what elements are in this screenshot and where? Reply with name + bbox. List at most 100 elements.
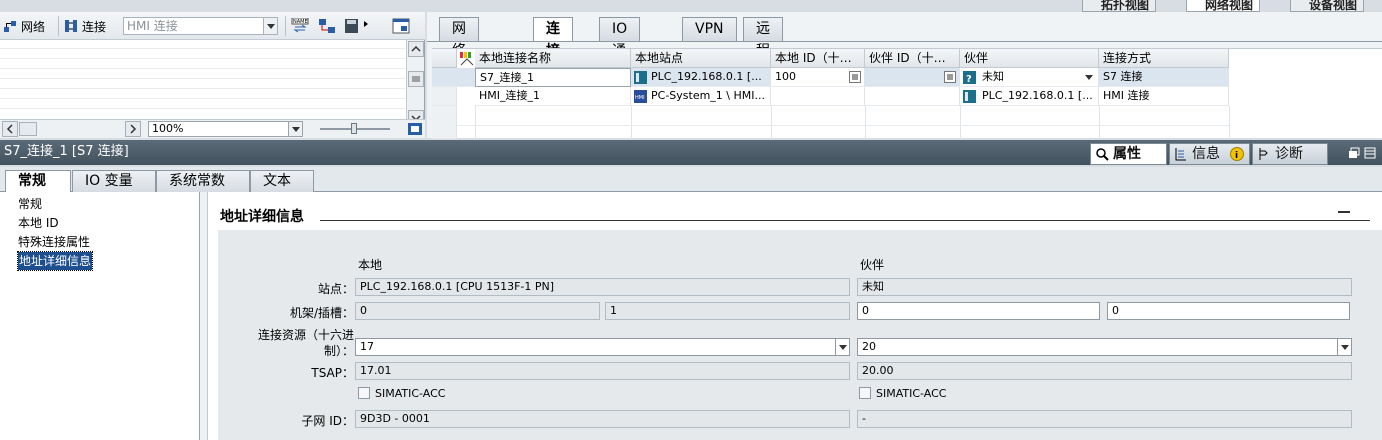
partner-tsap-field: 20.00 [857,362,1352,380]
table-cell-partner-id[interactable] [865,87,960,106]
zoom-slider-thumb[interactable] [351,123,357,134]
table-corner [432,49,457,68]
tab-io-tags[interactable]: IO 变量 [72,170,156,192]
col-header-local-station[interactable]: 本地站点 [631,49,771,68]
hscroll-thumb[interactable] [19,122,37,136]
local-tsap-field: 17.01 [355,362,850,380]
list-icon[interactable] [849,71,861,83]
network-mode-button[interactable]: 网络 [3,17,45,35]
table-cell-local-station[interactable]: PLC_192.168.0.1 [... [631,68,771,87]
svg-text:HMI: HMI [635,95,645,101]
scroll-left-button[interactable] [2,121,18,137]
plc-icon [634,71,647,84]
row-selector[interactable] [432,68,457,87]
nav-item-special-properties[interactable]: 特殊连接属性 [18,233,90,251]
nav-splitter[interactable] [200,192,208,440]
table-cell-connection-type[interactable]: HMI 连接 [1099,87,1229,106]
zoom-bar: 100% [0,119,425,138]
chevron-down-icon [1337,339,1351,355]
column-header-local: 本地 [358,258,383,272]
connection-type-value: HMI 连接 [127,19,178,33]
scroll-up-button[interactable] [408,41,424,57]
tab-vpn[interactable]: VPN [682,17,737,41]
label-connection-resource-1: 连接资源（十六进 [257,328,354,342]
address-details-form: 本地 伙伴 站点： PLC_192.168.0.1 [CPU 1513F-1 P… [218,230,1382,440]
connection-mode-button[interactable]: 连接 [64,17,106,35]
table-cell-local-id[interactable] [771,87,865,106]
chevron-up-icon [411,45,421,52]
show-names-icon[interactable]: NAME [291,18,309,34]
table-cell-partner[interactable]: PLC_192.168.0.1 [... [960,87,1099,106]
col-header-local-id[interactable]: 本地 ID（十… [771,49,865,68]
list-icon[interactable] [944,71,956,83]
tab-properties[interactable]: 属性 [1090,143,1167,165]
network-canvas[interactable] [0,40,405,130]
zoom-select[interactable]: 100% [148,121,303,137]
local-connection-resource-select[interactable]: 17 [355,338,850,356]
tab-network-view[interactable]: 网络视图 [1186,0,1261,12]
local-subnet-id-field: 9D3D - 0001 [355,410,850,428]
col-header-connection-type[interactable]: 连接方式 [1099,49,1229,68]
connection-label: 连接 [82,19,107,34]
partner-slot-field[interactable]: 0 [1107,302,1350,320]
partner-connection-resource-select[interactable]: 20 [857,338,1352,356]
vertical-scrollbar[interactable] [406,40,424,128]
zoom-value: 100% [152,122,184,135]
float-window-icon[interactable] [1348,147,1360,159]
scroll-right-button[interactable] [125,121,141,137]
svg-text:i: i [1235,151,1238,161]
scroll-thumb[interactable] [408,71,424,87]
overview-navigation-icon[interactable] [392,18,410,34]
tab-io-communication[interactable]: IO 通信 [599,17,641,81]
properties-sub-tabs: 常规 IO 变量 系统常数 文本 [0,167,1382,193]
connection-icon [65,20,77,32]
row-selector[interactable] [432,87,457,106]
tab-texts[interactable]: 文本 [250,170,314,192]
table-cell-local-station[interactable]: HMI PC-System_1 \ HMI... [631,87,771,106]
tab-connections[interactable]: 连接 [533,17,573,59]
grip-icon [412,76,420,82]
table-cell-connection-name[interactable]: HMI_连接_1 [475,87,631,106]
partner-simatic-acc-checkbox[interactable] [859,387,871,399]
table-cell-connection-name[interactable]: S7_连接_1 [475,68,631,87]
zoom-fit-icon[interactable] [407,122,423,136]
table-cell-partner-id[interactable] [865,68,960,87]
save-layout-icon[interactable] [344,18,370,34]
tab-network-overview[interactable]: 网络概览 [439,17,479,103]
col-header-connection-name[interactable]: 本地连接名称 [475,49,631,68]
network-icon [4,21,16,32]
info-list-icon [1175,148,1186,161]
maximize-icon[interactable] [1364,147,1376,159]
table-cell-connection-type[interactable]: S7 连接 [1099,68,1229,87]
tab-topology-view[interactable]: 拓扑视图 [1082,0,1157,12]
section-divider [320,220,1370,221]
chevron-down-icon[interactable] [1082,70,1096,84]
col-header-partner[interactable]: 伙伴 [960,49,1099,68]
tab-general[interactable]: 常规 [5,170,71,193]
hmi-icon: HMI [634,90,647,103]
tab-diagnostics[interactable]: 诊断 [1252,143,1328,165]
col-header-partner-id[interactable]: 伙伴 ID（十… [865,49,960,68]
partner-subnet-id-field: - [857,410,1352,428]
tab-system-constants[interactable]: 系统常数 [156,170,250,192]
table-cell-local-id[interactable]: 100 [771,68,865,87]
connections-editor: 网络概览 连接 IO 通信 VPN 远程控制 本地连接名称 本地站点 本地 ID… [427,12,1382,139]
nav-item-local-id[interactable]: 本地 ID [18,214,59,232]
section-title: 地址详细信息 [220,209,304,225]
local-slot-field: 1 [605,302,850,320]
label-rack-slot: 机架/插槽： [289,306,354,320]
network-settings-icon[interactable] [318,18,336,34]
partner-rack-field[interactable]: 0 [857,302,1100,320]
nav-item-general[interactable]: 常规 [18,195,42,213]
nav-item-address-details[interactable]: 地址详细信息 [16,251,94,271]
label-tsap: TSAP： [311,366,354,380]
tab-device-view[interactable]: 设备视图 [1290,0,1365,12]
tab-info[interactable]: 信息 i [1169,143,1250,165]
diagnostics-status-icon [460,52,474,66]
chevron-right-icon [130,124,137,134]
local-simatic-acc-checkbox[interactable] [358,387,370,399]
connection-type-select[interactable]: HMI 连接 [123,17,278,35]
table-cell-partner[interactable]: ? 未知 [960,68,1099,87]
tab-remote-control[interactable]: 远程控制 [743,17,783,103]
properties-content: 地址详细信息 本地 伙伴 站点： PLC_192.168.0.1 [CPU 15… [208,192,1382,440]
